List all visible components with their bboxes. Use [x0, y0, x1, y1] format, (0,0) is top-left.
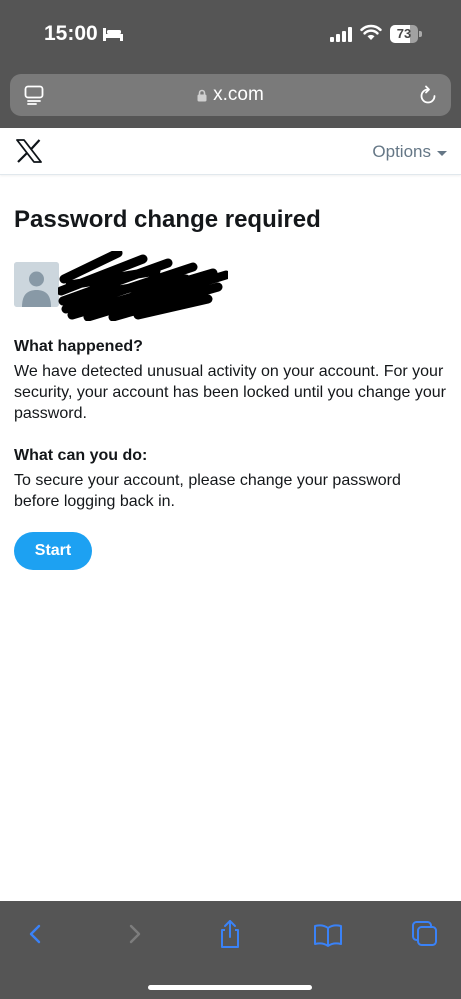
- url-text: x.com: [213, 84, 264, 105]
- bookmarks-icon[interactable]: [312, 918, 344, 950]
- share-icon[interactable]: [214, 918, 246, 950]
- site-header: Options: [0, 128, 461, 175]
- cellular-signal-icon: [330, 27, 352, 42]
- start-button[interactable]: Start: [14, 532, 92, 570]
- status-bar: 15:00 73: [0, 0, 461, 64]
- back-icon[interactable]: [20, 918, 52, 950]
- battery-percentage: 73: [396, 26, 412, 41]
- sleep-focus-icon: [103, 28, 123, 41]
- what-happened-heading: What happened?: [14, 338, 143, 355]
- page-title: Password change required: [14, 206, 321, 233]
- forward-icon[interactable]: [118, 918, 150, 950]
- browser-toolbar: [0, 901, 461, 999]
- redacted-username: [58, 251, 228, 321]
- reload-icon[interactable]: [417, 84, 439, 106]
- battery-indicator: 73: [390, 25, 422, 43]
- avatar: [14, 262, 59, 307]
- address-bar[interactable]: x.com: [10, 74, 451, 116]
- user-row: [14, 251, 446, 321]
- url-display[interactable]: x.com: [10, 74, 451, 116]
- browser-chrome-top: 15:00 73 x.com: [0, 0, 461, 128]
- home-indicator: [148, 985, 312, 990]
- what-happened-text: We have detected unusual activity on you…: [14, 363, 446, 422]
- what-can-you-do-heading: What can you do:: [14, 447, 148, 464]
- options-menu[interactable]: Options: [372, 142, 447, 162]
- x-logo-icon[interactable]: [16, 139, 42, 163]
- tabs-icon[interactable]: [409, 918, 441, 950]
- default-avatar-icon: [14, 262, 59, 307]
- what-can-you-do-text: To secure your account, please change yo…: [14, 472, 401, 510]
- wifi-icon: [360, 24, 382, 40]
- options-label: Options: [372, 142, 431, 161]
- caret-down-icon: [437, 150, 447, 156]
- lock-icon: [197, 89, 207, 101]
- status-time: 15:00: [44, 22, 98, 45]
- main-content: Password change required What happened? …: [14, 205, 446, 570]
